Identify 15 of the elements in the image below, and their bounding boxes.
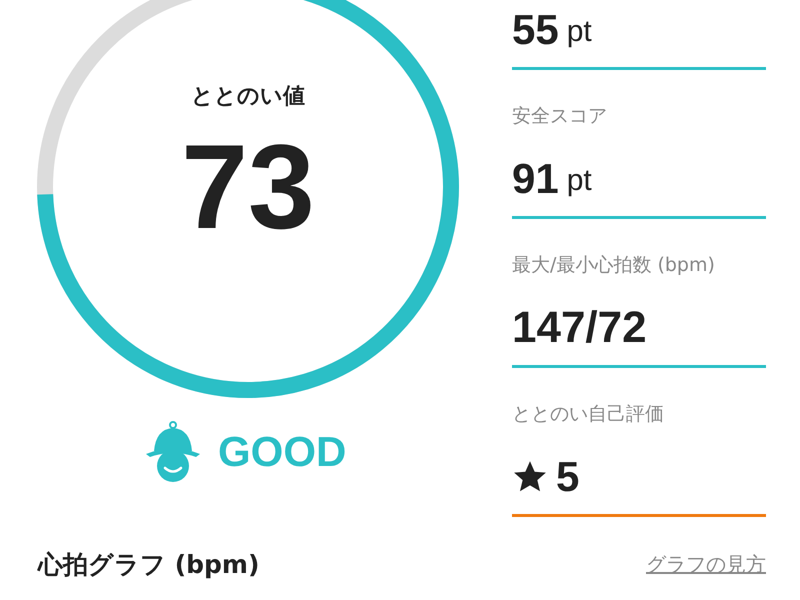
metric-label: 安全スコア	[512, 104, 608, 128]
metric-value: 5	[556, 453, 580, 501]
metric-label: 最大/最小心拍数 (bpm)	[512, 253, 716, 277]
metric-value: 55	[512, 6, 559, 54]
mascot-icon	[144, 421, 202, 483]
metric-unit: pt	[566, 164, 592, 198]
help-link[interactable]: グラフの見方	[646, 551, 766, 578]
metric-value: 147/72	[512, 303, 647, 353]
status-label: GOOD	[218, 428, 346, 476]
metric-label: ととのい自己評価	[512, 402, 665, 426]
gauge-value: 73	[181, 121, 315, 253]
metric-unit: pt	[566, 15, 592, 49]
section-title: 心拍グラフ (bpm)	[38, 549, 260, 581]
gauge-title: ととのい値	[191, 83, 305, 111]
metric-value: 91	[512, 155, 559, 203]
